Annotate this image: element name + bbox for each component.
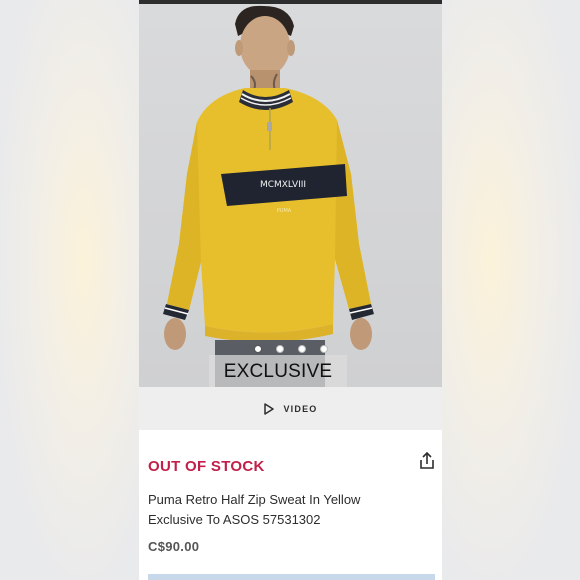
video-label: VIDEO — [283, 403, 318, 414]
product-price: C$90.00 — [148, 539, 200, 554]
exclusive-badge: EXCLUSIVE — [209, 355, 347, 387]
brand-mark: PUMA — [277, 208, 292, 214]
carousel-dot[interactable] — [275, 345, 284, 353]
product-photo: MCMXLVIII PUMA — [163, 5, 374, 387]
product-title: Puma Retro Half Zip Sweat In Yellow Excl… — [148, 492, 361, 527]
background-left — [0, 0, 139, 580]
share-icon[interactable] — [418, 451, 436, 471]
stock-status: OUT OF STOCK — [148, 458, 265, 475]
product-image-carousel[interactable]: MCMXLVIII PUMA EXCLUSIVE — [139, 4, 442, 387]
carousel-dot[interactable] — [297, 345, 306, 353]
background-right — [442, 0, 580, 580]
product-page: MCMXLVIII PUMA EXCLUSIVE VIDEO OUT OF ST… — [139, 0, 442, 580]
add-to-bag-button[interactable] — [148, 574, 435, 580]
video-button[interactable]: VIDEO — [139, 387, 442, 430]
product-info: OUT OF STOCK Puma Retro Half Zip Sweat I… — [139, 430, 442, 580]
carousel-dot[interactable] — [253, 345, 262, 353]
carousel-dot[interactable] — [319, 345, 328, 353]
play-icon — [263, 402, 275, 415]
sweater-print-text: MCMXLVIII — [260, 180, 306, 190]
